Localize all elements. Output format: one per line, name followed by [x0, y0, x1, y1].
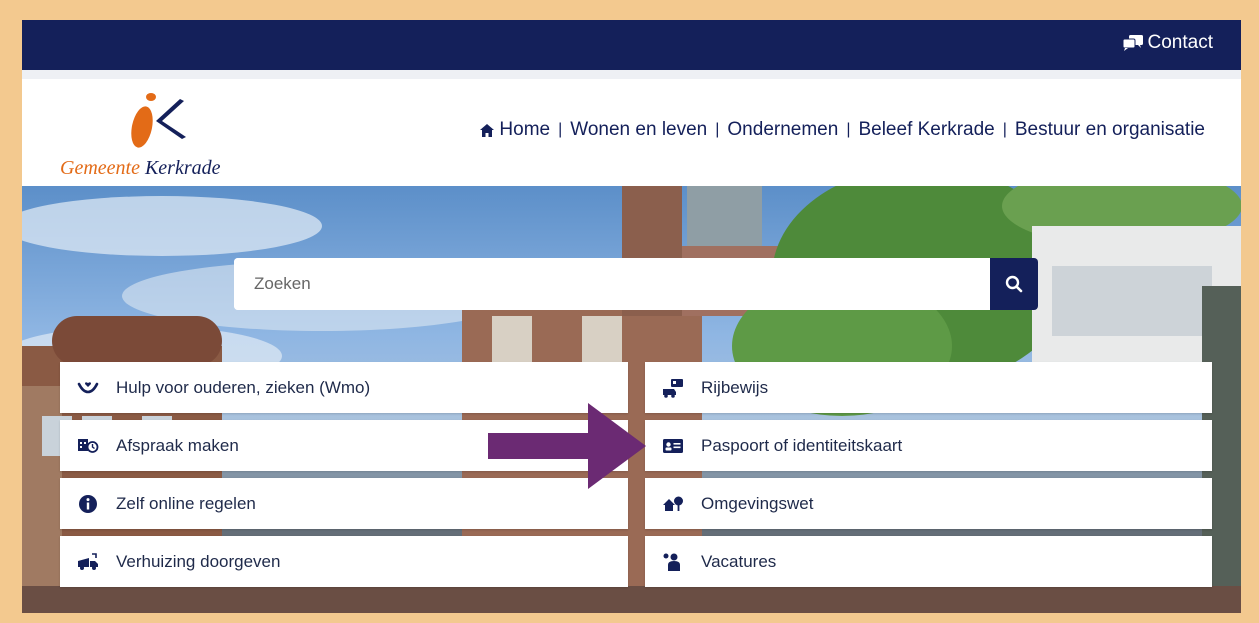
search-button[interactable]: [990, 258, 1038, 310]
nav-ondernemen[interactable]: Ondernemen: [727, 119, 838, 141]
tile-vacatures[interactable]: Vacatures: [645, 536, 1212, 587]
id-card-icon: [661, 435, 685, 457]
tile-paspoort[interactable]: Paspoort of identiteitskaart: [645, 420, 1212, 471]
calendar-clock-icon: [76, 435, 100, 457]
home-icon: [480, 123, 495, 137]
nav-beleef-label: Beleef Kerkrade: [858, 119, 995, 140]
chat-bubbles-icon: [1122, 35, 1143, 51]
tile-rijbewijs-label: Rijbewijs: [701, 377, 769, 397]
nav-bestuur-en-organisatie[interactable]: Bestuur en organisatie: [1015, 119, 1205, 141]
nav-home[interactable]: Home: [480, 119, 550, 141]
tile-afspraak-label: Afspraak maken: [116, 435, 239, 455]
nav-separator: |: [1002, 121, 1007, 138]
tile-omgevingswet-label: Omgevingswet: [701, 493, 814, 513]
driver-license-icon: [661, 377, 685, 399]
header-divider: [22, 70, 1241, 79]
tile-wmo-label: Hulp voor ouderen, zieken (Wmo): [116, 377, 371, 397]
main-navigation: Home | Wonen en leven | Ondernemen | Bel…: [480, 119, 1205, 141]
kerkrade-logo-mark: [131, 93, 186, 148]
logo-wordmark: Gemeente Kerkrade: [60, 157, 221, 180]
nav-separator: |: [846, 121, 851, 138]
info-icon: [76, 493, 100, 515]
moving-truck-icon: [76, 551, 100, 573]
nav-separator: |: [558, 121, 563, 138]
tile-paspoort-label: Paspoort of identiteitskaart: [701, 435, 903, 455]
search-icon: [1005, 275, 1023, 293]
logo-word-gemeente: Gemeente: [60, 157, 140, 179]
contact-label: Contact: [1147, 32, 1213, 53]
logo-word-kerkrade: Kerkrade: [144, 157, 221, 179]
nav-separator: |: [715, 121, 720, 138]
nav-ondernemen-label: Ondernemen: [727, 119, 839, 140]
nav-wonen-label: Wonen en leven: [570, 119, 708, 140]
page-frame: Contact Gemeente Kerkrade Home | Wonen e…: [22, 20, 1241, 613]
site-header: Gemeente Kerkrade Home | Wonen en leven …: [22, 79, 1241, 186]
nav-bestuur-label: Bestuur en organisatie: [1014, 119, 1205, 140]
tile-verhuizing[interactable]: Verhuizing doorgeven: [60, 536, 628, 587]
contact-link[interactable]: Contact: [1122, 32, 1213, 54]
tile-online-regelen-label: Zelf online regelen: [116, 493, 256, 513]
tile-omgevingswet[interactable]: Omgevingswet: [645, 478, 1212, 529]
nav-home-label: Home: [499, 119, 551, 140]
annotation-arrow-icon: [488, 403, 646, 489]
top-bar: Contact: [22, 20, 1241, 70]
tile-verhuizing-label: Verhuizing doorgeven: [116, 551, 281, 571]
hero-banner: Hulp voor ouderen, zieken (Wmo) Afspraak…: [22, 186, 1241, 613]
hands-heart-icon: [76, 377, 100, 399]
tile-rijbewijs[interactable]: Rijbewijs: [645, 362, 1212, 413]
job-seeker-icon: [661, 551, 685, 573]
site-logo[interactable]: Gemeente Kerkrade: [60, 91, 260, 181]
nav-beleef-kerkrade[interactable]: Beleef Kerkrade: [858, 119, 994, 141]
nav-wonen-en-leven[interactable]: Wonen en leven: [570, 119, 707, 141]
house-tree-icon: [661, 493, 685, 515]
tile-vacatures-label: Vacatures: [701, 551, 777, 571]
search-bar: [234, 258, 1038, 310]
search-input[interactable]: [234, 258, 990, 310]
